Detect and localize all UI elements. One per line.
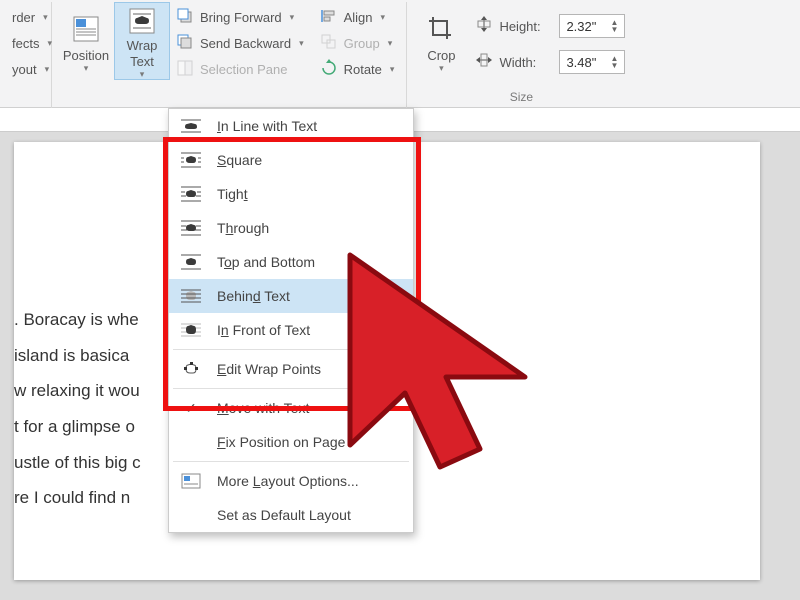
behind-icon [179, 285, 203, 307]
front-icon [179, 319, 203, 341]
align-icon [320, 7, 338, 28]
size-group: Crop▾ Height: 2.32"▲▼ Width: 3.48"▲▼ Siz… [407, 2, 635, 108]
menu-square[interactable]: Square [169, 143, 413, 177]
align-button[interactable]: Align▾ [314, 4, 401, 30]
menu-tight[interactable]: Tight [169, 177, 413, 211]
menu-through[interactable]: Through [169, 211, 413, 245]
bring-forward-button[interactable]: Bring Forward▾ [170, 4, 310, 30]
size-group-label: Size [413, 90, 629, 108]
menu-inline[interactable]: In Line with Text [169, 109, 413, 143]
menu-movewith[interactable]: ✓ Move with Text [169, 391, 413, 425]
selection-pane-icon [176, 59, 194, 80]
width-input[interactable]: 3.48"▲▼ [559, 50, 625, 74]
check-icon: ✓ [179, 400, 203, 417]
height-input[interactable]: 2.32"▲▼ [559, 14, 625, 38]
through-icon [179, 217, 203, 239]
square-icon [179, 149, 203, 171]
menu-setdefault[interactable]: Set as Default Layout [169, 498, 413, 532]
menu-morelayout[interactable]: More Layout Options... [169, 464, 413, 498]
rotate-button[interactable]: Rotate▾ [314, 56, 401, 82]
arrange-group-label [58, 90, 400, 108]
border-button-partial[interactable]: rder▾ [6, 4, 58, 30]
document-text: . Boracay is whe island is basica w rela… [14, 142, 189, 516]
send-backward-icon [176, 33, 194, 54]
group-icon [320, 33, 338, 54]
morelayout-icon [179, 470, 203, 492]
tight-icon [179, 183, 203, 205]
editpoints-icon [179, 358, 203, 380]
crop-icon [424, 12, 458, 46]
menu-editpoints[interactable]: Edit Wrap Points [169, 352, 413, 386]
selection-pane-button[interactable]: Selection Pane [170, 56, 310, 82]
rotate-icon [320, 59, 338, 80]
height-icon [475, 15, 493, 38]
menu-separator [173, 349, 409, 350]
width-icon [475, 51, 493, 74]
position-icon [69, 12, 103, 46]
inline-icon [179, 115, 203, 137]
position-button[interactable]: Position▾ [58, 2, 114, 80]
menu-front[interactable]: In Front of Text [169, 313, 413, 347]
bring-forward-icon [176, 7, 194, 28]
crop-button[interactable]: Crop▾ [413, 2, 469, 80]
topbottom-icon [179, 251, 203, 273]
wrap-text-button[interactable]: Wrap Text▾ [114, 2, 170, 80]
menu-topbottom[interactable]: Top and Bottom [169, 245, 413, 279]
arrange-group: Position▾ Wrap Text▾ Bring Forward▾ Send… [52, 2, 407, 108]
effects-button-partial[interactable]: fects▾ [6, 30, 58, 56]
styles-group-label [6, 90, 45, 108]
send-backward-button[interactable]: Send Backward▾ [170, 30, 310, 56]
wrap-text-icon [125, 6, 159, 36]
ribbon: rder▾ fects▾ yout▾ Position▾ Wrap Text▾ [0, 0, 800, 108]
menu-separator [173, 461, 409, 462]
layout-button-partial[interactable]: yout▾ [6, 56, 58, 82]
wrap-text-menu: In Line with Text Square Tight Through T… [168, 108, 414, 533]
menu-behind[interactable]: Behind Text [169, 279, 413, 313]
menu-fixpos[interactable]: Fix Position on Page [169, 425, 413, 459]
menu-separator [173, 388, 409, 389]
styles-group-partial: rder▾ fects▾ yout▾ [0, 2, 52, 108]
group-button[interactable]: Group▾ [314, 30, 401, 56]
width-row: Width: 3.48"▲▼ [475, 48, 625, 76]
height-row: Height: 2.32"▲▼ [475, 12, 625, 40]
